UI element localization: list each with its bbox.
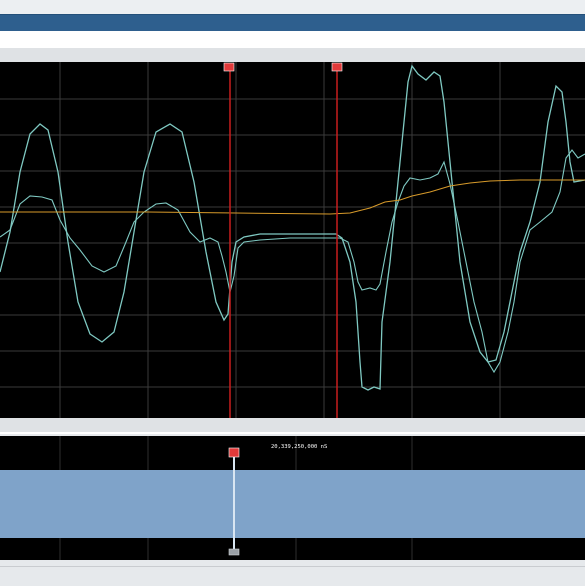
cursor-2[interactable]	[331, 62, 343, 418]
window-titlebar	[0, 0, 585, 15]
cursor-1[interactable]	[223, 62, 235, 418]
scrubber-handle-icon[interactable]	[228, 548, 240, 556]
waveform-scope[interactable]	[0, 62, 585, 418]
overview-waveform-envelope	[0, 470, 585, 538]
app-header-bar	[0, 14, 585, 32]
trace-a	[0, 64, 585, 391]
overview-navigator[interactable]: 20,339,250,000 nS	[0, 436, 585, 560]
trace-c	[0, 179, 585, 215]
cursor-flag-icon[interactable]	[331, 62, 343, 72]
waveform-plot[interactable]	[0, 62, 585, 418]
status-strip	[0, 566, 585, 586]
cursor-flag-icon[interactable]	[223, 62, 235, 72]
scope-grid	[0, 62, 585, 418]
overview-plot[interactable]: 20,339,250,000 nS	[0, 436, 585, 560]
overview-timestamp: 20,339,250,000 nS	[271, 444, 327, 450]
toolbar-strip	[0, 31, 585, 49]
trace-b	[0, 149, 585, 374]
cursor-flag-icon[interactable]	[228, 447, 240, 458]
